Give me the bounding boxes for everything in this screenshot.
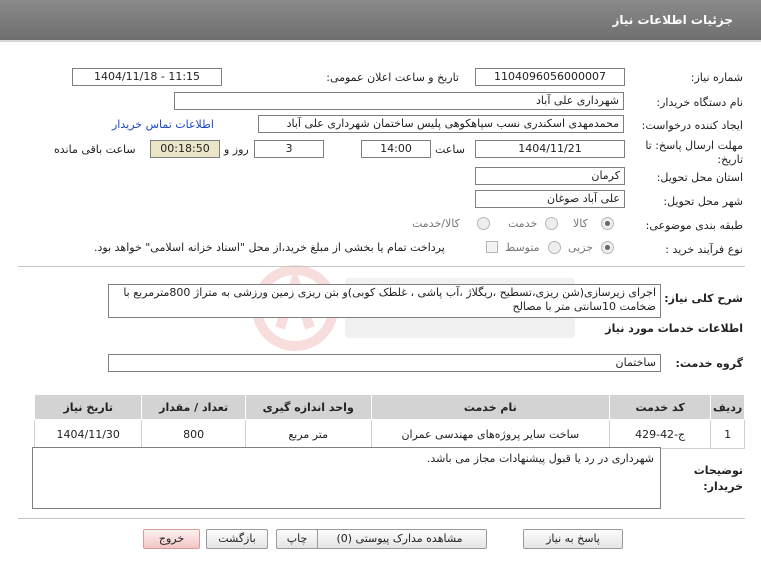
divider [18, 266, 745, 267]
cell-row: 1 [710, 419, 745, 449]
announce-datetime-label: تاریخ و ساعت اعلان عمومی: [326, 71, 459, 84]
table-row: 1 ج-42-429 ساخت سایر پروژه‌های مهندسی عم… [33, 419, 745, 449]
purchase-type-option-minor: جزیی [568, 241, 594, 254]
cell-unit: متر مربع [244, 419, 372, 449]
purchase-type-option-medium: متوسط [505, 241, 540, 254]
cell-date: 1404/11/30 [33, 419, 143, 449]
city-label: شهر محل تحویل: [663, 195, 743, 208]
window-title: جزئیات اطلاعات نیاز [612, 13, 733, 27]
treasury-checkbox[interactable] [486, 241, 498, 253]
category-radio-goods[interactable] [601, 217, 614, 230]
category-option-service: خدمت [508, 217, 538, 230]
cell-name: ساخت سایر پروژه‌های مهندسی عمران [370, 419, 610, 449]
remaining-time-label: ساعت باقی مانده [54, 143, 136, 156]
deadline-time-field: 14:00 [361, 140, 431, 158]
back-button[interactable]: بازگشت [206, 529, 268, 549]
col-qty: تعداد / مقدار [141, 394, 246, 420]
remaining-time-field: 00:18:50 [150, 140, 220, 158]
category-label: طبقه بندی موضوعی: [645, 219, 743, 232]
buyer-org-label: نام دستگاه خریدار: [656, 96, 743, 109]
col-name: نام خدمت [370, 394, 610, 420]
deadline-days-field: 3 [254, 140, 324, 158]
province-field: کرمان [475, 167, 625, 185]
deadline-date-field: 1404/11/21 [475, 140, 625, 158]
table-header-row: ردیف کد خدمت نام خدمت واحد اندازه گیری ت… [33, 394, 745, 420]
category-option-goods: کالا [573, 217, 588, 230]
buyer-notes-field: شهرداری در رد یا قبول پیشنهادات مجاز می … [32, 447, 661, 509]
category-option-goods-service: کالا/خدمت [412, 217, 460, 230]
announce-datetime-field: 1404/11/18 - 11:15 [72, 68, 222, 86]
title-bar: جزئیات اطلاعات نیاز [0, 0, 761, 42]
deadline-label: مهلت ارسال پاسخ: تا تاریخ: [645, 139, 743, 166]
col-row: ردیف [710, 394, 745, 420]
purchase-type-radio-minor[interactable] [601, 241, 614, 254]
description-label: شرح کلی نیاز: [664, 292, 743, 305]
category-radio-goods-service[interactable] [477, 217, 490, 230]
exit-button[interactable]: خروج [143, 529, 200, 549]
need-number-field: 1104096056000007 [475, 68, 625, 86]
services-table: ردیف کد خدمت نام خدمت واحد اندازه گیری ت… [33, 394, 745, 449]
creator-field: محمدمهدی اسکندری نسب سپاهکوهی پلیس ساختم… [258, 115, 624, 133]
buyer-org-field: شهرداری علی آباد [174, 92, 624, 110]
col-date: تاریخ نیاز [33, 394, 143, 420]
print-button[interactable]: چاپ [276, 529, 318, 549]
buyer-notes-label: توضیحات خریدار: [693, 464, 743, 493]
cell-qty: 800 [141, 419, 246, 449]
creator-label: ایجاد کننده درخواست: [641, 119, 743, 132]
description-field: اجرای زیرسازی(شن ریزی،تسطیح ،ریگلاژ ،آب … [108, 284, 661, 318]
province-label: استان محل تحویل: [656, 171, 743, 184]
col-unit: واحد اندازه گیری [244, 394, 372, 420]
attachments-button[interactable]: مشاهده مدارک پیوستی (0) [312, 529, 487, 549]
divider [18, 518, 745, 519]
col-code: کد خدمت [608, 394, 712, 420]
category-radio-service[interactable] [545, 217, 558, 230]
cell-code: ج-42-429 [608, 419, 712, 449]
services-section-title: اطلاعات خدمات مورد نیاز [605, 322, 743, 335]
service-group-label: گروه خدمت: [675, 357, 743, 370]
buyer-contact-link[interactable]: اطلاعات تماس خریدار [112, 118, 214, 131]
reply-button[interactable]: پاسخ به نیاز [523, 529, 623, 549]
deadline-days-label: روز و [224, 143, 249, 156]
purchase-type-radio-medium[interactable] [548, 241, 561, 254]
treasury-note: پرداخت تمام یا بخشی از مبلغ خرید،از محل … [94, 241, 445, 254]
need-number-label: شماره نیاز: [690, 71, 743, 84]
city-field: علی آباد صوغان [475, 190, 625, 208]
purchase-type-label: نوع فرآیند خرید : [665, 243, 743, 256]
service-group-field: ساختمان [108, 354, 661, 372]
deadline-time-label: ساعت [435, 143, 465, 156]
